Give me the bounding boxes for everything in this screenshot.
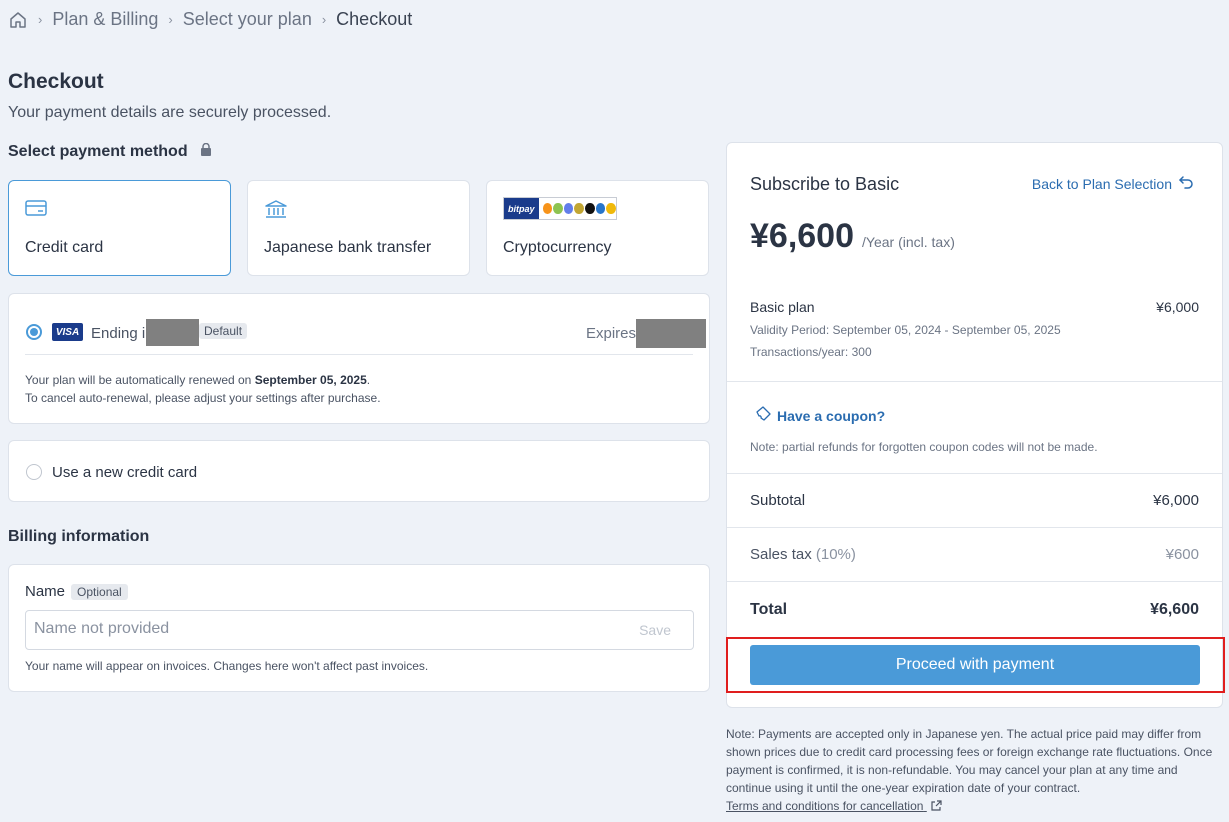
home-icon[interactable]: [8, 10, 28, 30]
payment-method-label: Japanese bank transfer: [264, 239, 432, 256]
payment-method-bank-transfer[interactable]: Japanese bank transfer: [247, 180, 470, 276]
sales-tax-value: ¥600: [1165, 546, 1199, 563]
price-period: /Year (incl. tax): [862, 234, 955, 250]
new-card-option[interactable]: Use a new credit card: [8, 440, 710, 502]
price-amount: ¥6,600: [750, 217, 854, 255]
coupon-note: Note: partial refunds for forgotten coup…: [750, 440, 1098, 454]
breadcrumb-plan-billing[interactable]: Plan & Billing: [52, 9, 158, 30]
name-input[interactable]: [34, 620, 594, 638]
payment-method-label: Cryptocurrency: [503, 239, 612, 256]
return-arrow-icon: [1178, 175, 1194, 192]
summary-title: Subscribe to Basic: [750, 174, 900, 194]
redacted-card-expiry: [636, 319, 706, 348]
dogecoin-icon: [574, 203, 585, 214]
xrp-icon: [585, 203, 595, 214]
saved-card-radio[interactable]: [26, 324, 42, 340]
divider: [25, 354, 693, 355]
name-field-label: Name Optional: [25, 583, 128, 601]
proceed-with-payment-button[interactable]: Proceed with payment: [750, 645, 1200, 685]
ethereum-icon: [563, 203, 574, 214]
page-subtitle: Your payment details are securely proces…: [8, 104, 332, 121]
terms-link-text: Terms and conditions for cancellation: [726, 799, 924, 813]
breadcrumb-separator: ›: [168, 12, 173, 27]
divider: [727, 527, 1222, 528]
page-title: Checkout: [8, 70, 104, 93]
coupon-link-text: Have a coupon?: [777, 407, 886, 424]
busd-icon: [606, 203, 616, 214]
bitpay-logo: bitpay: [503, 197, 617, 220]
payment-method-title: Select payment method: [8, 142, 212, 161]
usdc-icon: [595, 203, 606, 214]
order-summary-panel: Subscribe to Basic Back to Plan Selectio…: [726, 142, 1223, 708]
billing-info-title: Billing information: [8, 528, 150, 545]
subtotal-label: Subtotal: [750, 492, 806, 509]
total-value: ¥6,600: [1150, 601, 1199, 618]
breadcrumb: › Plan & Billing › Select your plan › Ch…: [8, 9, 412, 30]
divider: [727, 473, 1222, 474]
transactions-per-year: Transactions/year: 300: [750, 345, 872, 359]
plan-name: Basic plan: [750, 299, 815, 315]
credit-card-icon: [25, 199, 47, 222]
validity-period: Validity Period: September 05, 2024 - Se…: [750, 323, 1061, 337]
breadcrumb-current: Checkout: [336, 9, 413, 29]
new-card-radio[interactable]: [26, 464, 42, 480]
divider: [727, 581, 1222, 582]
lock-icon: [200, 142, 212, 161]
name-label-text: Name: [25, 583, 66, 600]
total-label: Total: [750, 601, 788, 618]
coupon-link[interactable]: Have a coupon?: [755, 406, 885, 425]
payment-method-label: Select payment method: [8, 143, 188, 161]
sales-tax-label: Sales tax (10%): [750, 546, 856, 563]
price-block: ¥6,600 /Year (incl. tax): [750, 217, 955, 256]
saved-card-panel: VISA Ending in Default Expires Your plan…: [8, 293, 710, 424]
visa-icon: VISA: [52, 323, 83, 341]
breadcrumb-select-plan[interactable]: Select your plan: [183, 9, 312, 30]
default-badge: Default: [199, 323, 248, 339]
payment-footnote: Note: Payments are accepted only in Japa…: [726, 725, 1226, 816]
bank-icon: [264, 199, 288, 224]
redacted-card-number: [146, 319, 199, 346]
breadcrumb-separator: ›: [321, 12, 327, 27]
name-input-wrapper: Save: [25, 610, 694, 650]
back-to-plan-link[interactable]: Back to Plan Selection: [1032, 175, 1194, 192]
payment-method-cryptocurrency[interactable]: bitpay Cryptocurrency: [486, 180, 709, 276]
bitcoin-icon: [542, 203, 553, 214]
footnote-text: Note: Payments are accepted only in Japa…: [726, 727, 1213, 795]
save-name-button[interactable]: Save: [639, 622, 671, 638]
plan-price: ¥6,000: [1156, 299, 1199, 315]
bitpay-logo-text: bitpay: [504, 198, 539, 219]
subtotal-value: ¥6,000: [1153, 492, 1199, 509]
billing-form: Name Optional Save Your name will appear …: [8, 564, 710, 692]
card-ending-label: Ending in: [91, 325, 154, 342]
cancel-renewal-note: To cancel auto-renewal, please adjust yo…: [25, 391, 381, 405]
name-help-text: Your name will appear on invoices. Chang…: [25, 659, 429, 673]
breadcrumb-separator: ›: [38, 12, 43, 27]
payment-method-label: Credit card: [25, 239, 104, 256]
external-link-icon: [931, 800, 942, 814]
back-link-text: Back to Plan Selection: [1031, 175, 1172, 192]
ticket-icon: [755, 406, 771, 425]
renewal-note: Your plan will be automatically renewed …: [25, 373, 371, 387]
optional-badge: Optional: [71, 584, 128, 601]
cancellation-terms-link[interactable]: Terms and conditions for cancellation: [726, 799, 927, 813]
payment-method-credit-card[interactable]: Credit card: [8, 180, 231, 276]
divider: [727, 381, 1222, 382]
card-expires-label: Expires: [586, 325, 637, 342]
new-card-label: Use a new credit card: [52, 464, 198, 481]
bitcoin-cash-icon: [553, 203, 563, 214]
